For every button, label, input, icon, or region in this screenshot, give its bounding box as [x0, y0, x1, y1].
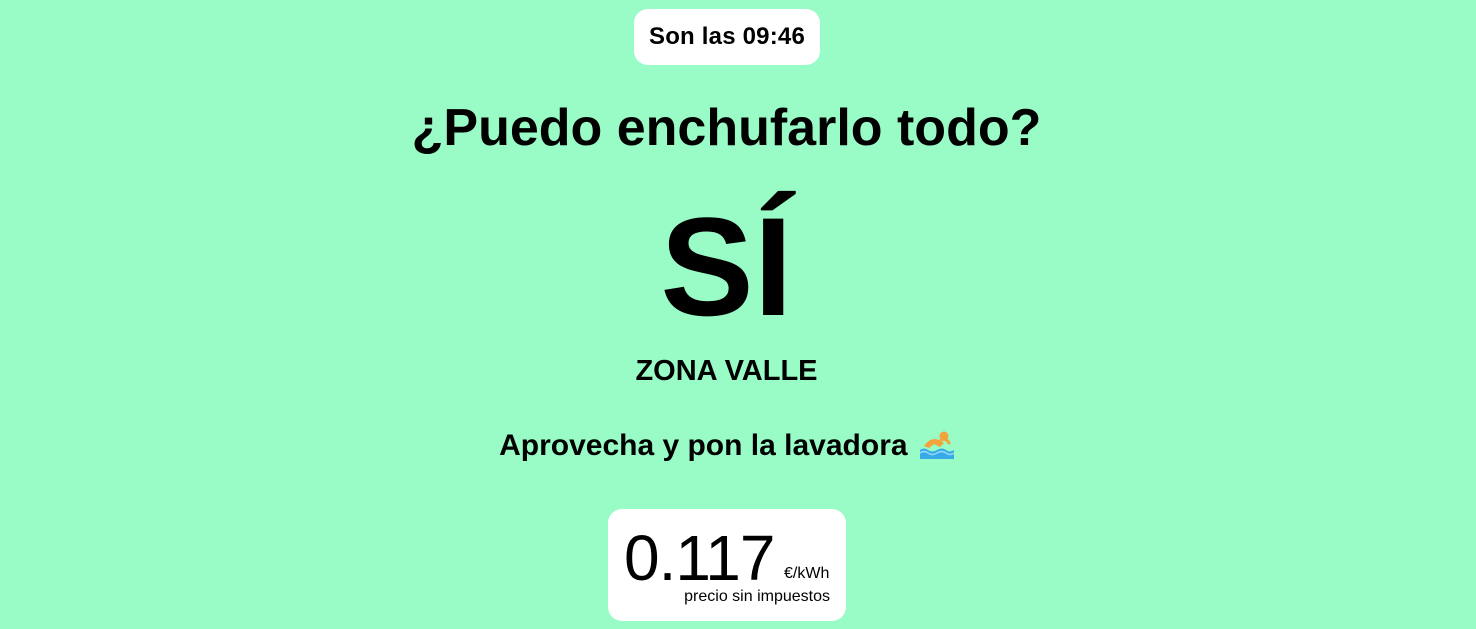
- price-card: 0.117 €/kWh precio sin impuestos: [608, 509, 846, 621]
- current-time-badge: Son las 09:46: [634, 9, 820, 65]
- price-unit: €/kWh: [784, 565, 830, 582]
- swimmer-icon: [919, 431, 954, 459]
- tariff-zone-label: ZONA VALLE: [635, 355, 818, 387]
- price-note: precio sin impuestos: [684, 588, 830, 605]
- advice-text: Aprovecha y pon la lavadora: [499, 429, 908, 462]
- price-value: 0.117: [624, 522, 775, 594]
- current-time-label: Son las 09:46: [648, 23, 805, 50]
- page-title: ¿Puedo enchufarlo todo?: [411, 99, 1042, 157]
- answer-text: SÍ: [660, 188, 793, 345]
- advice-message: Aprovecha y pon la lavadora: [0, 426, 1453, 466]
